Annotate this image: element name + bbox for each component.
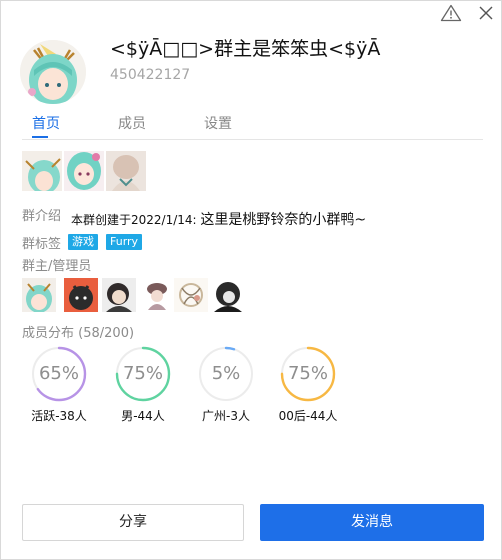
admin-avatar[interactable]	[140, 278, 174, 312]
stat-label: 活跃-38人	[31, 409, 87, 423]
share-button[interactable]: 分享	[22, 504, 244, 541]
tag-game[interactable]: 游戏	[68, 234, 98, 250]
intro-message: 这里是桃野铃奈的小群鸭~	[200, 212, 367, 228]
group-title: <$ÿĀ□□>群主是笨笨虫<$ÿĀ	[110, 38, 381, 60]
stat-value: 5%	[211, 363, 241, 384]
tab-home[interactable]: 首页	[32, 113, 60, 133]
stat-region: 5% 广州-3人	[191, 346, 261, 424]
stat-value: 75%	[122, 363, 163, 384]
group-profile-window: <$ÿĀ□□>群主是笨笨虫<$ÿĀ 450422127 首页 成员 设置 群介绍…	[0, 0, 502, 560]
progress-ring: 75%	[280, 346, 336, 402]
progress-ring: 65%	[31, 346, 87, 402]
admin-avatar[interactable]	[22, 278, 56, 312]
tab-settings[interactable]: 设置	[204, 113, 232, 133]
progress-ring: 5%	[198, 346, 254, 402]
close-icon[interactable]	[476, 3, 496, 23]
stat-gender: 75% 男-44人	[108, 346, 178, 424]
stat-label: 男-44人	[121, 409, 165, 423]
tab-bar: 首页 成员 设置	[22, 109, 483, 140]
intro-label: 群介绍	[22, 209, 62, 224]
tab-members[interactable]: 成员	[118, 113, 146, 133]
stat-value: 75%	[287, 363, 328, 384]
admin-avatar[interactable]	[64, 278, 98, 312]
stat-age: 75% 00后-44人	[273, 346, 343, 424]
member-count: (58/200)	[78, 326, 135, 341]
active-tab-indicator	[32, 136, 48, 138]
admin-avatar[interactable]	[174, 278, 208, 312]
group-photo[interactable]	[64, 151, 104, 191]
group-photo[interactable]	[22, 151, 62, 191]
admin-avatar[interactable]	[210, 278, 244, 312]
distribution-label: 成员分布 (58/200)	[22, 322, 134, 341]
admin-avatar[interactable]	[102, 278, 136, 312]
intro-text: 本群创建于2022/1/14: 这里是桃野铃奈的小群鸭~	[71, 209, 366, 229]
warning-triangle-icon[interactable]	[440, 4, 462, 22]
distribution-title: 成员分布	[22, 326, 75, 341]
group-avatar[interactable]	[20, 40, 86, 104]
admins-label: 群主/管理员	[22, 259, 92, 274]
stat-label: 00后-44人	[278, 409, 338, 423]
progress-ring: 75%	[115, 346, 171, 402]
tag-furry[interactable]: Furry	[106, 234, 143, 250]
group-photo[interactable]	[106, 151, 146, 191]
send-message-button[interactable]: 发消息	[260, 504, 484, 541]
group-id: 450422127	[110, 67, 191, 83]
tags-label: 群标签	[22, 237, 62, 252]
intro-date: 本群创建于2022/1/14:	[71, 213, 197, 227]
stat-active: 65% 活跃-38人	[24, 346, 94, 424]
stat-value: 65%	[38, 363, 79, 384]
stat-label: 广州-3人	[202, 409, 250, 423]
